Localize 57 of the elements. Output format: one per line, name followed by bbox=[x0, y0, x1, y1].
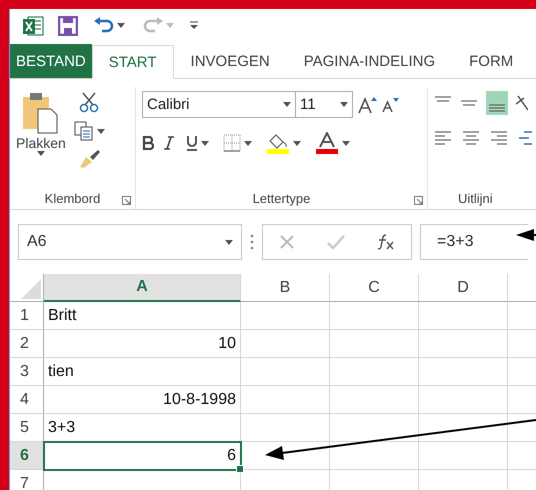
caret-icon bbox=[96, 128, 105, 134]
save-icon[interactable] bbox=[58, 16, 78, 36]
brush-icon[interactable] bbox=[78, 149, 100, 169]
active-cell[interactable]: 6 bbox=[44, 442, 241, 470]
font-name-dropdown[interactable]: Calibri bbox=[142, 91, 296, 118]
caret-icon bbox=[244, 140, 252, 146]
caret-icon bbox=[36, 151, 45, 156]
grow-font-icon[interactable] bbox=[357, 96, 377, 114]
align-right-icon[interactable] bbox=[490, 131, 508, 145]
caret-icon bbox=[166, 23, 174, 28]
group-label: Lettertype bbox=[252, 190, 310, 206]
text-orientation-icon[interactable] bbox=[516, 94, 528, 112]
caret-icon bbox=[342, 140, 350, 146]
scissors-icon[interactable] bbox=[78, 91, 100, 113]
file-tab[interactable]: BESTAND bbox=[10, 44, 92, 78]
font-color-button[interactable] bbox=[313, 130, 352, 156]
align-bottom-button[interactable] bbox=[486, 91, 508, 115]
copy-icon bbox=[74, 121, 94, 141]
undo-icon bbox=[94, 16, 114, 34]
align-bottom-icon bbox=[489, 104, 505, 112]
dialog-launcher-icon[interactable] bbox=[414, 196, 423, 205]
customize-toolbar-icon[interactable] bbox=[190, 21, 198, 30]
underline-icon bbox=[186, 135, 198, 151]
align-center-icon[interactable] bbox=[462, 131, 480, 145]
caret-icon bbox=[340, 102, 348, 107]
ribbon-tab[interactable]: START bbox=[92, 45, 174, 79]
arrow bbox=[516, 229, 536, 241]
checkmark-icon[interactable] bbox=[327, 234, 345, 250]
dialog-launcher-icon[interactable] bbox=[122, 196, 131, 205]
underline-button[interactable] bbox=[184, 133, 211, 153]
italic-icon[interactable] bbox=[164, 136, 174, 150]
caret-icon bbox=[283, 102, 291, 107]
decrease-indent-icon[interactable] bbox=[518, 131, 532, 145]
font-size-dropdown[interactable]: 11 bbox=[295, 91, 353, 118]
caret-icon bbox=[225, 240, 233, 244]
group-label: Klembord bbox=[44, 190, 100, 206]
name-box[interactable]: A6 bbox=[18, 224, 242, 260]
caret-icon bbox=[293, 140, 301, 146]
column-header[interactable]: A bbox=[44, 274, 241, 302]
copy-button[interactable] bbox=[72, 119, 107, 143]
redo-icon bbox=[143, 16, 163, 34]
group-label: Uitlijni bbox=[458, 190, 493, 206]
caret-icon bbox=[201, 140, 209, 146]
align-left-icon[interactable] bbox=[434, 131, 452, 145]
borders-icon bbox=[223, 134, 241, 152]
font-color-icon bbox=[315, 132, 339, 154]
insert-function-icon[interactable] bbox=[377, 234, 395, 250]
bold-icon[interactable] bbox=[142, 136, 154, 150]
row-header[interactable]: 6 bbox=[10, 442, 44, 470]
paste-button[interactable]: Plakken bbox=[16, 91, 66, 183]
shrink-font-icon[interactable] bbox=[381, 96, 399, 112]
caret-icon bbox=[117, 23, 125, 28]
paint-bucket-icon bbox=[266, 132, 290, 154]
fill-handle[interactable] bbox=[236, 465, 244, 473]
spreadsheet-logo-icon[interactable] bbox=[22, 14, 44, 36]
grip-icon bbox=[250, 234, 254, 250]
borders-button[interactable] bbox=[221, 132, 254, 154]
